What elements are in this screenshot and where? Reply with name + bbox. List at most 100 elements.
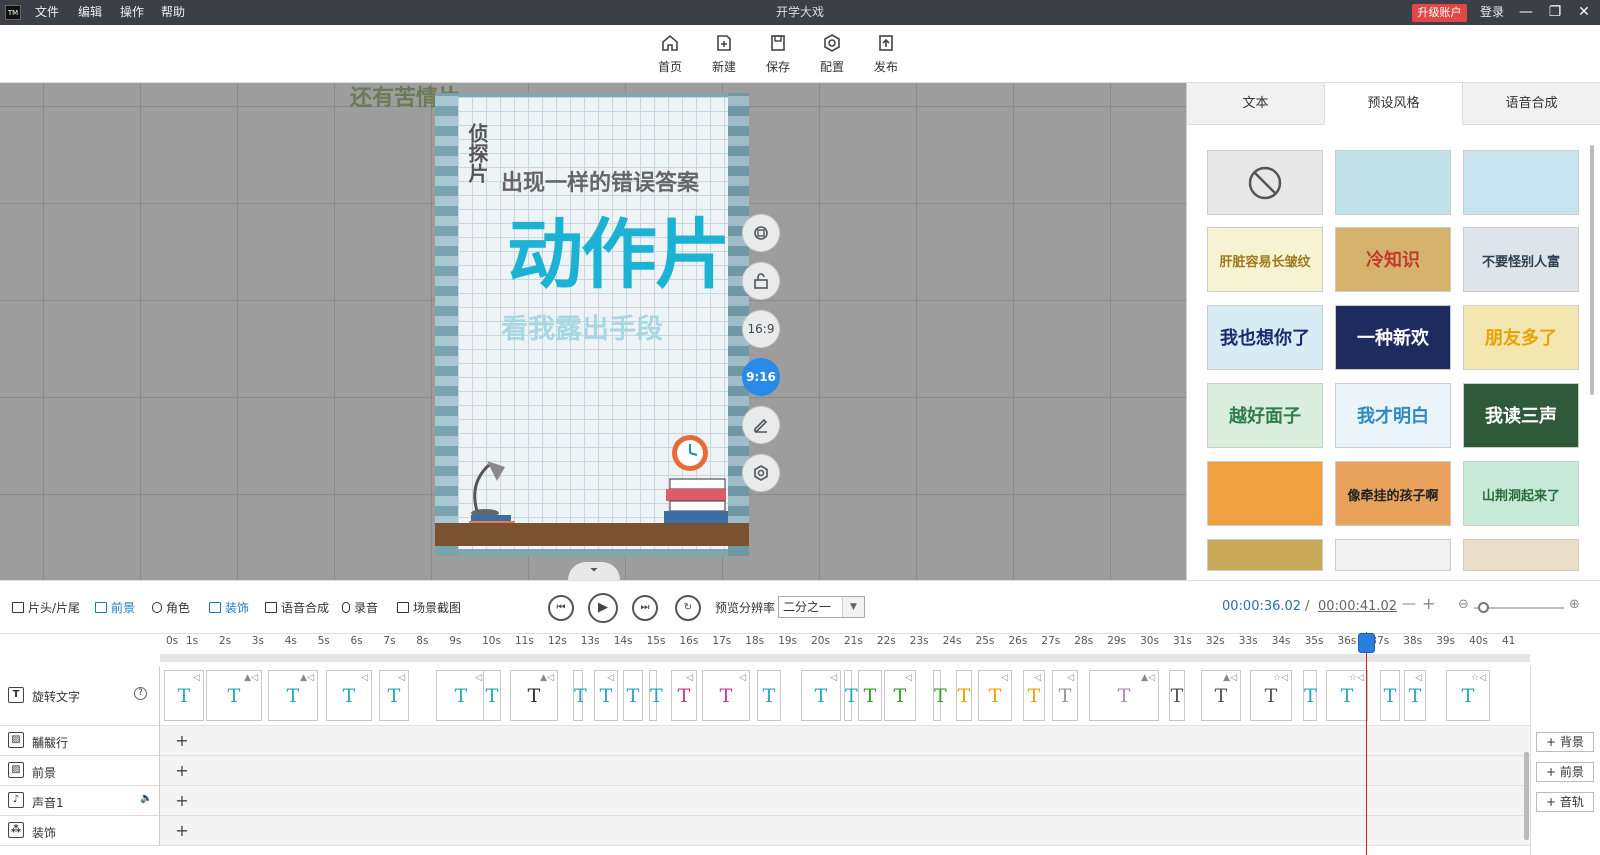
text-clip[interactable]: T	[757, 670, 781, 721]
text-clip[interactable]: T ◁	[594, 670, 618, 721]
clip-sound-icon[interactable]: ◁	[686, 673, 693, 683]
clip-sound-icon[interactable]: ◁	[398, 673, 405, 683]
style-thumbnail[interactable]: 肝脏容易长皱纹	[1207, 227, 1323, 292]
play-icon[interactable]: ▶	[588, 593, 618, 623]
track-header-foreground[interactable]: ▨ 前景	[0, 756, 160, 786]
tab-screenshot[interactable]: 场景截图	[397, 599, 461, 616]
help-icon[interactable]: ?	[134, 687, 147, 700]
ratio-16-9-button[interactable]: 16:9	[742, 310, 780, 348]
time-minus-button[interactable]: —	[1402, 596, 1416, 612]
new-button[interactable]: 新建	[699, 33, 749, 75]
config-button[interactable]: 配置	[807, 33, 857, 75]
clip-sound-icon[interactable]: ◁	[830, 673, 837, 683]
save-button[interactable]: 保存	[753, 33, 803, 75]
playhead-line[interactable]	[1366, 632, 1367, 855]
text-clip[interactable]: T ◁	[801, 670, 841, 721]
ratio-9-16-button[interactable]: 9:16	[742, 358, 780, 396]
zoom-out-icon[interactable]: ⊖	[1458, 597, 1469, 612]
clip-sound-icon[interactable]: ◁	[361, 673, 368, 683]
add-icon[interactable]: +	[172, 821, 192, 841]
text-clip[interactable]: T	[1303, 670, 1317, 721]
next-icon[interactable]: ⏭	[632, 595, 658, 621]
poster-scene[interactable]: 侦探片 出现一样的错误答案 动作片 看我露出手段	[435, 93, 749, 556]
clip-sound-icon[interactable]: ▲◁	[540, 673, 554, 683]
text-clip[interactable]: T	[649, 670, 663, 721]
replay-icon[interactable]: ↻	[675, 595, 701, 621]
track-header-rotating-text[interactable]: T 旋转文字 ?	[0, 666, 160, 726]
text-clip[interactable]: T	[844, 670, 858, 721]
volume-icon[interactable]: 🔈	[140, 793, 152, 804]
clip-sound-icon[interactable]: ▲◁	[244, 673, 258, 683]
text-clip[interactable]: T	[483, 670, 501, 721]
style-thumbnail[interactable]: 我也想你了	[1207, 305, 1323, 370]
clip-sound-icon[interactable]: ◁	[905, 673, 912, 683]
text-clip[interactable]: T ◁	[436, 670, 486, 721]
poster-vertical-title[interactable]: 侦探片	[463, 123, 492, 183]
add-foreground-button[interactable]: + 前景	[1536, 762, 1594, 782]
text-clip[interactable]: T	[623, 670, 643, 721]
clip-sound-icon[interactable]: ▲◁	[1141, 673, 1155, 683]
add-icon[interactable]: +	[172, 761, 192, 781]
timeline-range-bar[interactable]	[160, 654, 1530, 662]
login-button[interactable]: 登录	[1480, 0, 1504, 25]
text-clip[interactable]: T ◁	[1404, 670, 1426, 721]
tab-speech[interactable]: 语音合成	[265, 599, 329, 616]
track-area-foreground[interactable]: +	[160, 756, 1530, 786]
track-header-audio[interactable]: ♪ 声音1 🔈	[0, 786, 160, 816]
menu-edit[interactable]: 编辑	[78, 0, 102, 25]
clip-sound-icon[interactable]: ▲◁	[1223, 673, 1237, 683]
maximize-icon[interactable]: ❐	[1541, 0, 1569, 25]
text-clip[interactable]: T	[573, 670, 587, 721]
style-thumbnail[interactable]	[1207, 461, 1323, 526]
add-audio-track-button[interactable]: + 音轨	[1536, 792, 1594, 812]
text-clip[interactable]: T ☆◁	[1326, 670, 1368, 721]
clip-sound-icon[interactable]: ◁	[475, 673, 482, 683]
text-clip[interactable]: T ▲◁	[510, 670, 558, 721]
clip-sound-icon[interactable]: ☆◁	[1273, 673, 1288, 683]
style-thumbnail[interactable]: 像牵挂的孩子啊	[1335, 461, 1451, 526]
menu-operate[interactable]: 操作	[120, 0, 144, 25]
style-thumbnail[interactable]	[1207, 539, 1323, 571]
home-button[interactable]: 首页	[645, 33, 695, 75]
tab-text[interactable]: 文本	[1187, 83, 1325, 125]
time-plus-button[interactable]: +	[1422, 594, 1435, 613]
text-clip[interactable]: T	[1380, 670, 1400, 721]
style-thumbnail[interactable]	[1463, 539, 1579, 571]
lock-button[interactable]	[742, 262, 780, 300]
menu-file[interactable]: 文件	[35, 0, 59, 25]
menu-help[interactable]: 帮助	[161, 0, 185, 25]
resolution-select[interactable]: 二分之一 ▼	[778, 596, 865, 618]
tab-decoration[interactable]: 装饰	[209, 599, 249, 616]
tab-foreground[interactable]: 前景	[95, 599, 135, 616]
prev-icon[interactable]: ⏮	[548, 595, 574, 621]
style-thumbnail[interactable]	[1335, 150, 1451, 215]
collapse-panel-button[interactable]: ⏷	[568, 562, 620, 580]
minimize-icon[interactable]: —	[1512, 0, 1540, 25]
style-thumbnail[interactable]	[1463, 150, 1579, 215]
right-panel-scrollbar[interactable]	[1590, 145, 1594, 395]
text-clip[interactable]: T ◁	[326, 670, 372, 721]
track-area-layer[interactable]: +	[160, 726, 1530, 756]
zoom-in-icon[interactable]: ⊕	[1569, 597, 1580, 612]
text-clip[interactable]: T ☆◁	[1446, 670, 1490, 721]
style-thumbnail[interactable]: 朋友多了	[1463, 305, 1579, 370]
close-icon[interactable]: ✕	[1570, 0, 1598, 25]
style-thumbnail[interactable]	[1335, 539, 1451, 571]
track-header-decoration[interactable]: ⁂ 装饰	[0, 816, 160, 846]
playhead-handle[interactable]	[1358, 633, 1375, 653]
clip-sound-icon[interactable]: ☆◁	[1349, 673, 1364, 683]
text-clip[interactable]: T ▲◁	[1089, 670, 1159, 721]
track-header-layer[interactable]: ▨ 黼黻行	[0, 726, 160, 756]
settings-button[interactable]	[742, 454, 780, 492]
upgrade-account-button[interactable]: 升级账户	[1412, 4, 1467, 22]
clip-sound-icon[interactable]: ◁	[1067, 673, 1074, 683]
add-icon[interactable]: +	[172, 731, 192, 751]
clip-sound-icon[interactable]: ☆◁	[1471, 673, 1486, 683]
clip-sound-icon[interactable]: ◁	[1034, 673, 1041, 683]
add-icon[interactable]: +	[172, 791, 192, 811]
text-clip[interactable]: T	[1169, 670, 1185, 721]
style-thumbnail[interactable]: 山荆洞起来了	[1463, 461, 1579, 526]
text-clip[interactable]: T ▲◁	[206, 670, 262, 721]
clip-sound-icon[interactable]: ◁	[1001, 673, 1008, 683]
no-style-thumbnail[interactable]	[1207, 150, 1323, 215]
